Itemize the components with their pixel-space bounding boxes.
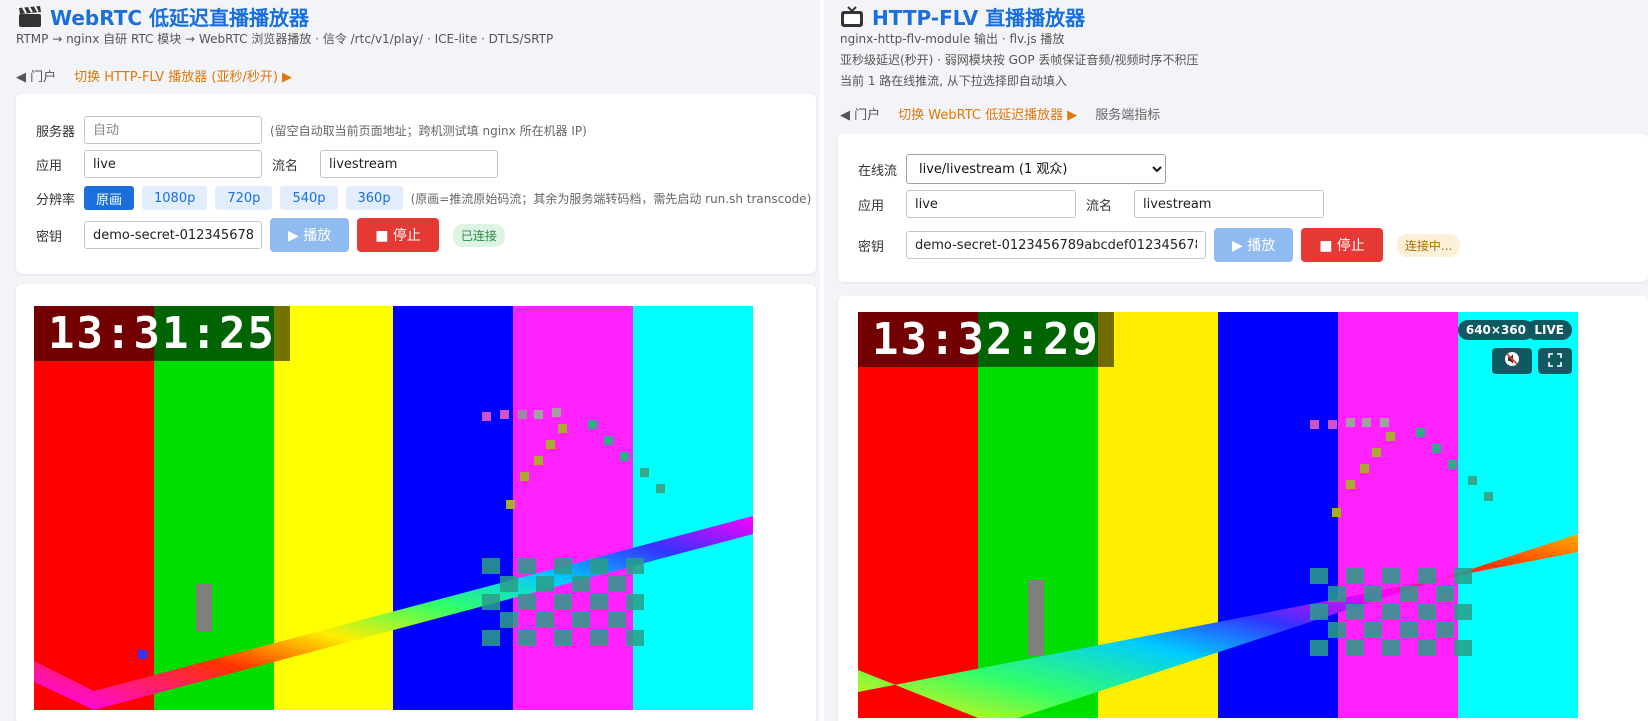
- subtitle-line-3: 当前 1 路在线推流, 从下拉选择即自动填入: [840, 74, 1067, 88]
- stream-input[interactable]: [1134, 190, 1324, 218]
- online-row: 在线流 live/livestream (1 观众): [858, 154, 1166, 184]
- key-row: 密钥 ▶ 播放 ■ 停止 已连接: [36, 218, 505, 252]
- portal-link[interactable]: ◀ 门户: [840, 104, 880, 123]
- tv-icon: [840, 5, 864, 28]
- resolution-hint: (原画=推流原始码流；其余为服务端转码档，需先启动 run.sh transco…: [410, 191, 812, 206]
- test-pattern: [34, 408, 753, 710]
- page-subtitle: RTMP → nginx 自研 RTC 模块 → WebRTC 浏览器播放 · …: [16, 32, 554, 46]
- app-label: 应用: [36, 158, 63, 174]
- stop-button[interactable]: ■ 停止: [357, 218, 439, 252]
- page-title: WebRTC 低延迟直播播放器: [50, 6, 310, 30]
- app-input[interactable]: [906, 190, 1076, 218]
- status-badge: 连接中...: [1396, 233, 1461, 257]
- mute-button[interactable]: [1492, 348, 1532, 374]
- flv-player-window: HTTP-FLV 直播播放器 nginx-http-flv-module 输出 …: [824, 0, 1648, 721]
- page-title: HTTP-FLV 直播播放器: [872, 6, 1086, 30]
- fullscreen-icon: [1548, 352, 1562, 371]
- online-label: 在线流: [858, 163, 898, 179]
- res-1080p-button[interactable]: 1080p: [142, 186, 208, 210]
- webrtc-video[interactable]: 13:31:25: [34, 306, 753, 710]
- play-button[interactable]: ▶ 播放: [270, 218, 350, 252]
- header: WebRTC 低延迟直播播放器: [18, 2, 309, 31]
- stream-label: 流名: [1086, 198, 1113, 214]
- server-hint: (留空自动取当前页面地址；跨机测试填 nginx 所在机器 IP): [270, 123, 587, 138]
- server-input[interactable]: [84, 116, 262, 144]
- key-row: 密钥 ▶ 播放 ■ 停止 连接中...: [858, 228, 1461, 262]
- server-label: 服务器: [36, 124, 76, 140]
- header: HTTP-FLV 直播播放器: [840, 2, 1085, 31]
- key-label: 密钥: [858, 239, 885, 255]
- app-input[interactable]: [84, 150, 262, 178]
- stream-input[interactable]: [320, 150, 498, 178]
- status-badge: 已连接: [452, 223, 505, 247]
- subtitle-line-2: 亚秒级延迟(秒开) · 弱网模块按 GOP 丢帧保证音频/视频时序不积压: [840, 53, 1199, 67]
- video-clock: 13:31:25: [34, 306, 290, 361]
- stop-button[interactable]: ■ 停止: [1301, 228, 1383, 262]
- test-pattern: [858, 418, 1578, 718]
- key-label: 密钥: [36, 229, 63, 245]
- app-stream-row: 应用 流名: [858, 190, 1324, 218]
- res-720p-button[interactable]: 720p: [215, 186, 273, 210]
- switch-flv-link[interactable]: 切换 HTTP-FLV 播放器 (亚秒/秒开) ▶: [74, 66, 292, 85]
- nav-bar: ◀ 门户 切换 WebRTC 低延迟播放器 ▶ 服务端指标: [840, 104, 1160, 123]
- settings-card: 服务器 (留空自动取当前页面地址；跨机测试填 nginx 所在机器 IP) 应用…: [16, 94, 816, 274]
- res-360p-button[interactable]: 360p: [345, 186, 403, 210]
- res-540p-button[interactable]: 540p: [280, 186, 338, 210]
- stream-label: 流名: [272, 158, 299, 174]
- live-tag: LIVE: [1526, 320, 1572, 340]
- server-row: 服务器 (留空自动取当前页面地址；跨机测试填 nginx 所在机器 IP): [36, 116, 587, 144]
- key-input[interactable]: [906, 231, 1206, 259]
- online-stream-select[interactable]: live/livestream (1 观众): [906, 154, 1166, 184]
- settings-card: 在线流 live/livestream (1 观众) 应用 流名 密钥 ▶ 播放…: [838, 134, 1648, 282]
- app-stream-row: 应用 流名: [36, 150, 498, 178]
- portal-link[interactable]: ◀ 门户: [16, 66, 56, 85]
- resolution-row: 分辨率 原画 1080p 720p 540p 360p (原画=推流原始码流；其…: [36, 186, 811, 210]
- nav-bar: ◀ 门户 切换 HTTP-FLV 播放器 (亚秒/秒开) ▶: [16, 66, 292, 85]
- muted-speaker-icon: [1504, 351, 1520, 371]
- fullscreen-button[interactable]: [1538, 348, 1572, 374]
- key-input[interactable]: [84, 221, 262, 249]
- webrtc-player-window: WebRTC 低延迟直播播放器 RTMP → nginx 自研 RTC 模块 →…: [0, 0, 820, 721]
- flv-video[interactable]: 13:32:29 640×360 LIVE: [858, 312, 1578, 718]
- res-original-button[interactable]: 原画: [84, 186, 135, 210]
- video-clock: 13:32:29: [858, 312, 1114, 367]
- subtitle-line-1: nginx-http-flv-module 输出 · flv.js 播放: [840, 32, 1065, 46]
- resolution-tag: 640×360: [1457, 320, 1534, 340]
- clapperboard-icon: [18, 5, 42, 28]
- play-button[interactable]: ▶ 播放: [1214, 228, 1294, 262]
- server-metrics-link[interactable]: 服务端指标: [1095, 104, 1160, 123]
- resolution-label: 分辨率: [36, 192, 76, 208]
- app-label: 应用: [858, 198, 885, 214]
- switch-webrtc-link[interactable]: 切换 WebRTC 低延迟播放器 ▶: [898, 104, 1077, 123]
